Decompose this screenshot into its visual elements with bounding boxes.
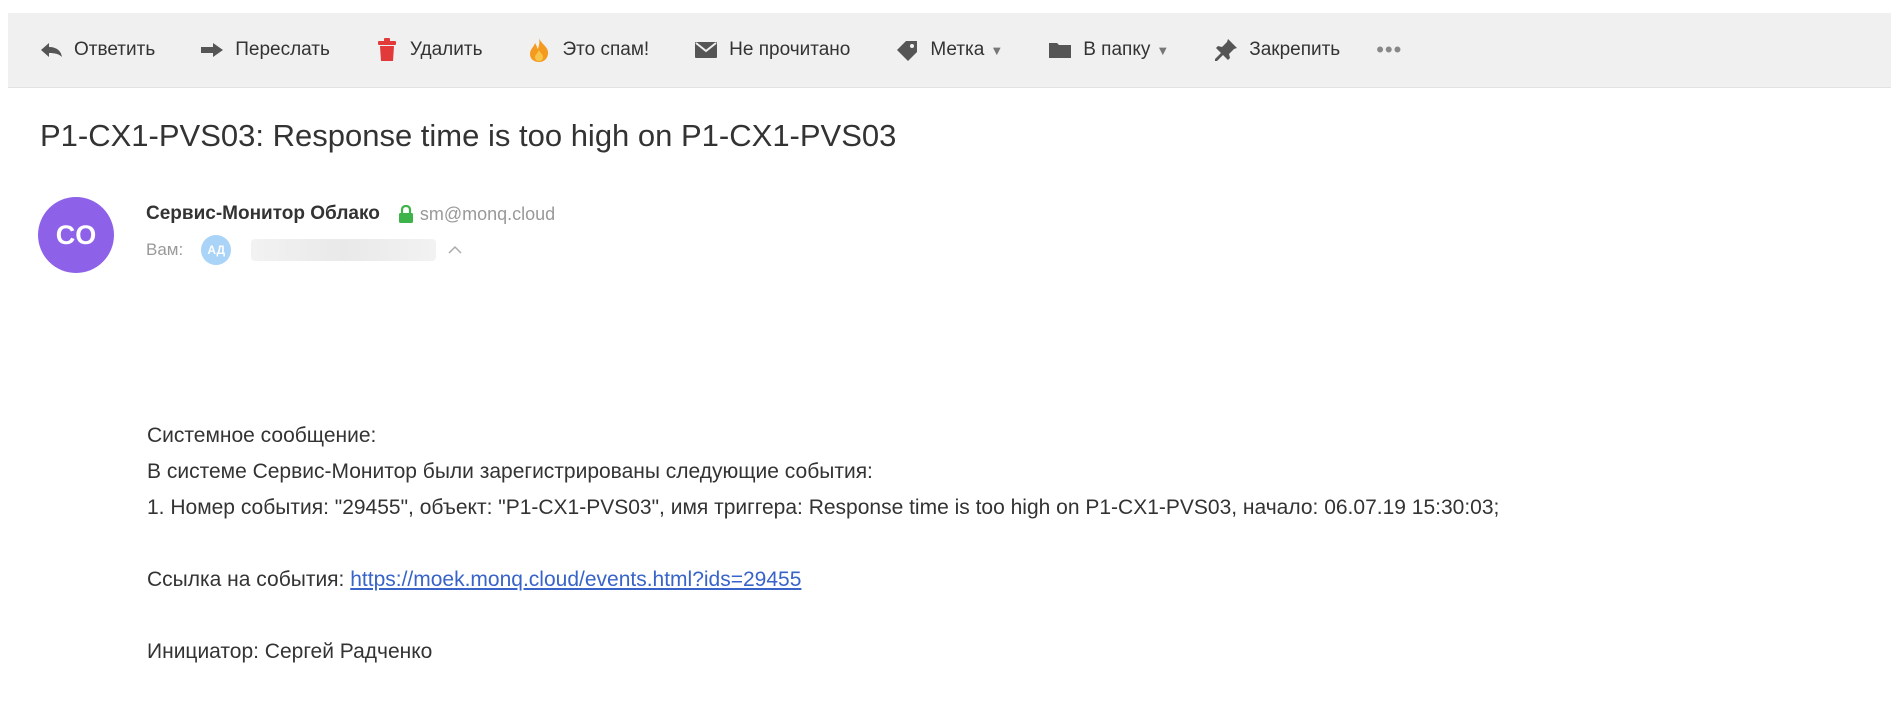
to-label: Вам: bbox=[146, 240, 184, 259]
body-line-initiator: Инициатор: Сергей Радченко bbox=[147, 640, 433, 663]
sender-avatar[interactable]: CO bbox=[38, 197, 114, 273]
move-to-folder-dropdown[interactable]: В папку ▼ bbox=[1045, 30, 1169, 70]
spam-label: Это спам! bbox=[562, 39, 650, 60]
body-line-events-registered: В системе Сервис-Монитор были зарегистри… bbox=[147, 460, 873, 483]
chevron-up-icon[interactable] bbox=[448, 245, 462, 255]
body-line-event-details: 1. Номер события: "29455", объект: "P1-C… bbox=[147, 496, 1500, 519]
delete-label: Удалить bbox=[409, 39, 483, 60]
unread-label: Не прочитано bbox=[729, 39, 851, 60]
sender-email[interactable]: sm@monq.cloud bbox=[420, 204, 555, 225]
reply-arrow-icon bbox=[36, 35, 66, 65]
envelope-icon bbox=[691, 35, 721, 65]
body-line-system-message: Системное сообщение: bbox=[147, 424, 377, 447]
folder-label: В папку bbox=[1083, 39, 1151, 60]
sender-name[interactable]: Сервис-Монитор Облако bbox=[146, 203, 380, 225]
spam-button[interactable]: Это спам! bbox=[524, 30, 649, 70]
caret-down-icon: ▼ bbox=[990, 42, 1004, 58]
forward-button[interactable]: Переслать bbox=[197, 30, 330, 70]
lock-icon bbox=[398, 205, 414, 223]
recipient-line: Вам: АД bbox=[146, 235, 462, 265]
recipient-name-redacted[interactable] bbox=[251, 239, 437, 261]
caret-down-icon: ▼ bbox=[1156, 42, 1170, 58]
email-subject: P1-CX1-PVS03: Response time is too high … bbox=[40, 118, 897, 153]
forward-label: Переслать bbox=[235, 39, 330, 60]
pin-icon bbox=[1211, 35, 1241, 65]
events-link[interactable]: https://moek.monq.cloud/events.html?ids=… bbox=[350, 568, 801, 591]
link-prefix: Ссылка на события: bbox=[147, 568, 351, 591]
reply-label: Ответить bbox=[74, 39, 156, 60]
mail-toolbar: Ответить Переслать Удалить Это спам! Не … bbox=[8, 13, 1891, 88]
fire-icon bbox=[524, 35, 554, 65]
mark-unread-button[interactable]: Не прочитано bbox=[691, 30, 850, 70]
folder-icon bbox=[1045, 35, 1075, 65]
body-line-link: Ссылка на события: https://moek.monq.clo… bbox=[147, 562, 1499, 598]
email-body: Системное сообщение: В системе Сервис-Мо… bbox=[147, 418, 1499, 670]
sender-line: Сервис-Монитор Облако sm@monq.cloud bbox=[146, 203, 555, 225]
trash-icon bbox=[372, 35, 402, 65]
forward-arrow-icon bbox=[197, 35, 227, 65]
label-dropdown[interactable]: Метка ▼ bbox=[892, 30, 1003, 70]
delete-button[interactable]: Удалить bbox=[372, 30, 483, 70]
label-label: Метка bbox=[930, 39, 985, 60]
pin-button[interactable]: Закрепить bbox=[1211, 30, 1340, 70]
more-actions-icon[interactable]: ••• bbox=[1376, 37, 1402, 63]
recipient-avatar[interactable]: АД bbox=[201, 235, 232, 265]
tag-icon bbox=[892, 35, 922, 65]
pin-label: Закрепить bbox=[1249, 39, 1341, 60]
reply-button[interactable]: Ответить bbox=[36, 30, 155, 70]
